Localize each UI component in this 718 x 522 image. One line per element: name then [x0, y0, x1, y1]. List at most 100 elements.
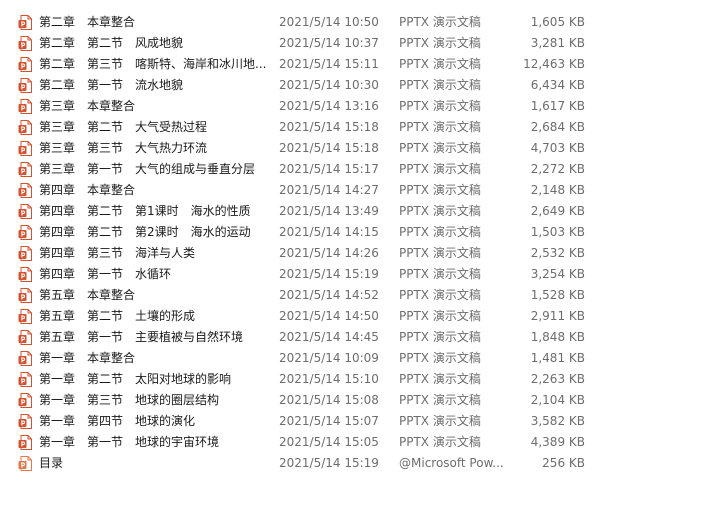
file-type: PPTX 演示文稿 [399, 246, 481, 260]
file-name: 第三章 第一节 大气的组成与垂直分层 [39, 162, 256, 176]
file-name: 第一章 第一节 地球的宇宙环境 [39, 435, 220, 449]
file-date-modified: 2021/5/14 15:18 [279, 120, 379, 134]
file-date-modified: 2021/5/14 15:19 [279, 456, 379, 470]
file-row[interactable]: 第一章 第二节 太阳对地球的影响 2021/5/14 15:10 PPTX 演示文稿… [0, 369, 718, 390]
file-row[interactable]: 第一章 第三节 地球的圈层结构 2021/5/14 15:08 PPTX 演示文稿 2… [0, 390, 718, 411]
pptx-file-icon [18, 141, 33, 156]
file-type: PPTX 演示文稿 [399, 204, 481, 218]
pptx-file-icon [18, 351, 33, 366]
file-row[interactable]: 第二章 第二节 风成地貌 2021/5/14 10:37 PPTX 演示文稿 3,28… [0, 33, 718, 54]
pptx-file-icon [18, 372, 33, 387]
file-size: 6,434 KB [530, 78, 585, 92]
file-date-modified: 2021/5/14 15:07 [279, 414, 379, 428]
pptx-file-icon [18, 15, 33, 30]
file-size: 4,389 KB [530, 435, 585, 449]
file-date-modified: 2021/5/14 15:19 [279, 267, 379, 281]
file-name: 第五章 本章整合 [39, 288, 136, 302]
file-row[interactable]: 目录 2021/5/14 15:19 @Microsoft Pow... 256 KB [0, 453, 718, 474]
pptx-file-icon [18, 162, 33, 177]
file-size: 2,263 KB [530, 372, 585, 386]
file-name: 第四章 第三节 海洋与人类 [39, 246, 196, 260]
file-row[interactable]: 第二章 第三节 喀斯特、海岸和冰川地... 2021/5/14 15:11 PPTX… [0, 54, 718, 75]
file-size: 2,684 KB [530, 120, 585, 134]
file-row[interactable]: 第三章 第三节 大气热力环流 2021/5/14 15:18 PPTX 演示文稿 4,… [0, 138, 718, 159]
file-date-modified: 2021/5/14 15:08 [279, 393, 379, 407]
file-row[interactable]: 第一章 本章整合 2021/5/14 10:09 PPTX 演示文稿 1,481 KB [0, 348, 718, 369]
file-size: 2,911 KB [530, 309, 585, 323]
file-type: PPTX 演示文稿 [399, 435, 481, 449]
file-row[interactable]: 第四章 第三节 海洋与人类 2021/5/14 14:26 PPTX 演示文稿 2,5… [0, 243, 718, 264]
file-size: 12,463 KB [523, 57, 585, 71]
file-row[interactable]: 第五章 第二节 土壤的形成 2021/5/14 14:50 PPTX 演示文稿 2,9… [0, 306, 718, 327]
file-row[interactable]: 第二章 本章整合 2021/5/14 10:50 PPTX 演示文稿 1,605 KB [0, 12, 718, 33]
file-size: 1,848 KB [530, 330, 585, 344]
file-date-modified: 2021/5/14 15:05 [279, 435, 379, 449]
file-type: PPTX 演示文稿 [399, 162, 481, 176]
file-size: 256 KB [542, 456, 585, 470]
file-name: 第四章 第二节 第2课时 海水的运动 [39, 225, 251, 239]
file-size: 2,532 KB [530, 246, 585, 260]
file-row[interactable]: 第四章 第二节 第1课时 海水的性质 2021/5/14 13:49 PPTX 演示… [0, 201, 718, 222]
file-row[interactable]: 第四章 本章整合 2021/5/14 14:27 PPTX 演示文稿 2,148 KB [0, 180, 718, 201]
file-type: PPTX 演示文稿 [399, 36, 481, 50]
pptx-file-icon [18, 99, 33, 114]
file-name: 第四章 本章整合 [39, 183, 136, 197]
file-name: 第五章 第一节 主要植被与自然环境 [39, 330, 244, 344]
file-size: 1,528 KB [530, 288, 585, 302]
file-date-modified: 2021/5/14 15:17 [279, 162, 379, 176]
file-size: 2,649 KB [530, 204, 585, 218]
pptx-file-icon [18, 36, 33, 51]
file-row[interactable]: 第一章 第四节 地球的演化 2021/5/14 15:07 PPTX 演示文稿 3,5… [0, 411, 718, 432]
file-row[interactable]: 第三章 第二节 大气受热过程 2021/5/14 15:18 PPTX 演示文稿 2,… [0, 117, 718, 138]
file-row[interactable]: 第二章 第一节 流水地貌 2021/5/14 10:30 PPTX 演示文稿 6,43… [0, 75, 718, 96]
file-type: PPTX 演示文稿 [399, 57, 481, 71]
file-date-modified: 2021/5/14 13:16 [279, 99, 379, 113]
pptx-file-icon [18, 393, 33, 408]
file-row[interactable]: 第五章 本章整合 2021/5/14 14:52 PPTX 演示文稿 1,528 KB [0, 285, 718, 306]
file-name: 第二章 第三节 喀斯特、海岸和冰川地... [39, 57, 267, 71]
pptx-file-icon [18, 225, 33, 240]
file-name: 第四章 第二节 第1课时 海水的性质 [39, 204, 251, 218]
file-name: 目录 [39, 456, 64, 470]
file-name: 第三章 第二节 大气受热过程 [39, 120, 208, 134]
file-type: PPTX 演示文稿 [399, 288, 481, 302]
file-name: 第二章 本章整合 [39, 15, 136, 29]
pptx-file-icon [18, 57, 33, 72]
pptx-file-icon [18, 267, 33, 282]
pptx-file-icon [18, 414, 33, 429]
file-type: PPTX 演示文稿 [399, 414, 481, 428]
file-name: 第一章 第三节 地球的圈层结构 [39, 393, 220, 407]
file-size: 2,104 KB [530, 393, 585, 407]
file-name: 第一章 第二节 太阳对地球的影响 [39, 372, 232, 386]
pptx-file-icon [18, 288, 33, 303]
file-size: 2,272 KB [530, 162, 585, 176]
file-name: 第二章 第一节 流水地貌 [39, 78, 184, 92]
file-type: PPTX 演示文稿 [399, 351, 481, 365]
file-size: 1,481 KB [530, 351, 585, 365]
file-date-modified: 2021/5/14 15:11 [279, 57, 379, 71]
file-type: PPTX 演示文稿 [399, 120, 481, 134]
pptx-file-icon [18, 78, 33, 93]
file-type: PPTX 演示文稿 [399, 393, 481, 407]
file-name: 第五章 第二节 土壤的形成 [39, 309, 196, 323]
file-name: 第四章 第一节 水循环 [39, 267, 172, 281]
file-name: 第一章 第四节 地球的演化 [39, 414, 196, 428]
file-type: PPTX 演示文稿 [399, 330, 481, 344]
file-date-modified: 2021/5/14 14:15 [279, 225, 379, 239]
file-type: PPTX 演示文稿 [399, 225, 481, 239]
file-row[interactable]: 第四章 第二节 第2课时 海水的运动 2021/5/14 14:15 PPTX 演示… [0, 222, 718, 243]
file-type: @Microsoft Pow... [399, 456, 504, 470]
pptx-file-icon [18, 330, 33, 345]
file-size: 1,617 KB [530, 99, 585, 113]
file-row[interactable]: 第四章 第一节 水循环 2021/5/14 15:19 PPTX 演示文稿 3,254… [0, 264, 718, 285]
file-row[interactable]: 第五章 第一节 主要植被与自然环境 2021/5/14 14:45 PPTX 演示文… [0, 327, 718, 348]
file-row[interactable]: 第三章 本章整合 2021/5/14 13:16 PPTX 演示文稿 1,617 KB [0, 96, 718, 117]
file-date-modified: 2021/5/14 15:10 [279, 372, 379, 386]
file-name: 第二章 第二节 风成地貌 [39, 36, 184, 50]
file-list: 第二章 本章整合 2021/5/14 10:50 PPTX 演示文稿 1,605 KB… [0, 12, 718, 474]
file-size: 1,605 KB [530, 15, 585, 29]
file-name: 第三章 本章整合 [39, 99, 136, 113]
file-date-modified: 2021/5/14 10:50 [279, 15, 379, 29]
file-row[interactable]: 第一章 第一节 地球的宇宙环境 2021/5/14 15:05 PPTX 演示文稿 4… [0, 432, 718, 453]
file-row[interactable]: 第三章 第一节 大气的组成与垂直分层 2021/5/14 15:17 PPTX 演示… [0, 159, 718, 180]
